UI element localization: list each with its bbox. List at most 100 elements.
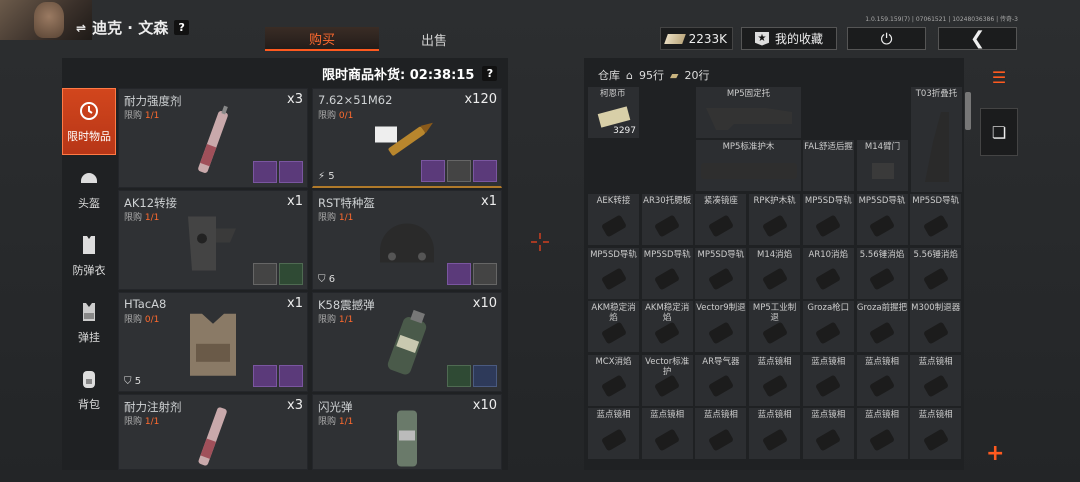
warehouse-rows: 95行 <box>638 69 664 82</box>
warehouse-item[interactable]: 蓝点镜相 <box>855 353 909 407</box>
warehouse-item[interactable]: MP5SD导轨 <box>587 246 640 300</box>
warehouse-item[interactable]: 蓝点镜相 <box>640 407 694 460</box>
shop-item-card[interactable]: 闪光弹 限购 1/1 x10 <box>312 394 502 470</box>
slot[interactable] <box>447 365 471 387</box>
currency-display[interactable]: 2233K <box>660 27 733 50</box>
rig-icon <box>78 301 100 323</box>
power-button[interactable]: ⏻ <box>847 27 926 50</box>
category-rail: 限时物品 头盔 防弹衣 弹挂 背包 <box>62 88 116 423</box>
slot[interactable] <box>279 263 303 285</box>
warehouse-item[interactable]: M14臂门 <box>856 139 909 192</box>
help-icon[interactable]: ? <box>174 20 190 35</box>
warehouse-item[interactable]: AR10消焰 <box>801 246 855 300</box>
shop-item-card[interactable]: K58震撼弹 限购 1/1 x10 <box>312 292 502 392</box>
warehouse-item[interactable]: 蓝点镜相 <box>748 407 802 460</box>
warehouse-title: 仓库 <box>598 69 620 82</box>
warehouse-item[interactable]: MCX消焰 <box>587 353 640 407</box>
limit-value: 1/1 <box>338 315 354 325</box>
category-rig[interactable]: 弹挂 <box>62 289 116 356</box>
slot[interactable] <box>253 365 277 387</box>
warehouse-item[interactable]: 蓝点镜相 <box>801 407 855 460</box>
warehouse-item[interactable]: AR导气器 <box>694 353 748 407</box>
warehouse-item[interactable]: Vector9制退 <box>694 300 748 353</box>
item-name: 紧凑镜座 <box>703 196 738 206</box>
warehouse-item[interactable]: 5.56锤消焰 <box>909 246 963 300</box>
tab-buy[interactable]: 购买 <box>265 27 379 51</box>
shop-item-card[interactable]: RST特种盔 限购 1/1 x1 ⛉ 6 <box>312 190 502 290</box>
sort-button[interactable]: ☰ <box>980 58 1018 96</box>
warehouse-item[interactable]: AR30托腮板 <box>640 193 694 246</box>
warehouse-item[interactable]: MP5工业制退 <box>748 300 802 353</box>
slot[interactable] <box>421 160 445 182</box>
warehouse-item[interactable]: 紧凑镜座 <box>694 193 748 246</box>
back-button[interactable]: ❮ <box>938 27 1017 50</box>
shop-item-card[interactable]: 7.62×51M62 限购 0/1 x120 ⚡ 5 <box>312 88 502 188</box>
slot[interactable] <box>447 160 471 182</box>
warehouse-item[interactable]: FAL舒适后握 <box>802 139 855 192</box>
warehouse-item[interactable]: 蓝点镜相 <box>587 407 640 460</box>
shop-item-card[interactable]: HTacA8 限购 0/1 x1 ⛉ 5 <box>118 292 308 392</box>
stack-button[interactable]: ❏ <box>980 108 1018 156</box>
warehouse-item[interactable]: RPK护木轨 <box>748 193 802 246</box>
slot[interactable] <box>253 263 277 285</box>
category-helmet[interactable]: 头盔 <box>62 155 116 222</box>
warehouse-item[interactable]: 5.56锤消焰 <box>855 246 909 300</box>
warehouse-item[interactable]: 蓝点镜相 <box>748 353 802 407</box>
slot[interactable] <box>253 161 277 183</box>
warehouse-item[interactable]: Groza前握把 <box>855 300 909 353</box>
category-backpack[interactable]: 背包 <box>62 356 116 423</box>
player-name-area[interactable]: ⇌ 迪克 · 文森 ? <box>76 17 190 38</box>
shop-item-card[interactable]: 耐力强度剂 限购 1/1 x3 <box>118 88 308 188</box>
category-vest[interactable]: 防弹衣 <box>62 222 116 289</box>
warehouse-item[interactable]: MP5SD导轨 <box>640 246 694 300</box>
warehouse-item[interactable]: T03折叠托 <box>910 86 963 193</box>
attachment-icon <box>601 375 626 397</box>
warehouse-item[interactable]: MP5SD导轨 <box>801 193 855 246</box>
slot[interactable] <box>279 161 303 183</box>
warehouse-item[interactable]: 蓝点镜相 <box>909 407 963 460</box>
warehouse-item[interactable]: MP5固定托 <box>695 86 802 139</box>
shop-item-card[interactable]: 耐力注射剂 限购 1/1 x3 <box>118 394 308 470</box>
warehouse-item[interactable]: 蓝点镜相 <box>801 353 855 407</box>
warehouse-item[interactable]: 蓝点镜相 <box>909 353 963 407</box>
slot[interactable] <box>279 365 303 387</box>
favorites-button[interactable]: ★ 我的收藏 <box>741 27 837 50</box>
attachment-icon <box>816 215 841 237</box>
warehouse-item[interactable]: M300制退器 <box>909 300 963 353</box>
attachment-icon <box>655 429 680 451</box>
warehouse-item[interactable]: MP5SD导轨 <box>855 193 909 246</box>
attachment-icon <box>762 215 787 237</box>
category-label: 背包 <box>78 397 100 411</box>
restock-help-icon[interactable]: ? <box>482 66 498 81</box>
add-icon[interactable]: + <box>986 441 1004 466</box>
warehouse-item[interactable]: 蓝点镜相 <box>855 407 909 460</box>
attachment-icon <box>762 375 787 397</box>
warehouse-item[interactable]: M14消焰 <box>748 246 802 300</box>
grenade-icon <box>387 309 427 375</box>
slot[interactable] <box>473 365 497 387</box>
category-limited[interactable]: 限时物品 <box>62 88 116 155</box>
warehouse-item[interactable]: Groza枪口 <box>801 300 855 353</box>
warehouse-item[interactable]: MP5SD导轨 <box>909 193 963 246</box>
item-name: M14臂门 <box>864 142 901 152</box>
warehouse-item[interactable]: MP5标准护木 <box>695 139 802 192</box>
slot[interactable] <box>473 263 497 285</box>
warehouse-item[interactable]: 蓝点镜相 <box>694 407 748 460</box>
power-icon: ⏻ <box>880 29 893 48</box>
warehouse-item[interactable]: MP5SD导轨 <box>694 246 748 300</box>
warehouse-item[interactable]: AKM稳定消焰 <box>640 300 694 353</box>
slot[interactable] <box>447 263 471 285</box>
shop-item-card[interactable]: AK12转接 限购 1/1 x1 <box>118 190 308 290</box>
scrollbar[interactable] <box>965 92 971 130</box>
warehouse-item[interactable]: AEK转接 <box>587 193 640 246</box>
backpack-icon <box>78 368 100 390</box>
warehouse-item[interactable]: AKM稳定消焰 <box>587 300 640 353</box>
slot[interactable] <box>473 160 497 182</box>
item-name: AR10消焰 <box>808 249 849 260</box>
warehouse-item[interactable]: Vector标准护 <box>640 353 694 407</box>
tab-sell[interactable]: 出售 <box>379 27 489 51</box>
warehouse-item[interactable]: 柯恩币 3297 <box>587 86 640 139</box>
attachment-icon <box>816 268 841 290</box>
cash-icon <box>597 105 630 128</box>
syringe-icon <box>198 105 228 173</box>
